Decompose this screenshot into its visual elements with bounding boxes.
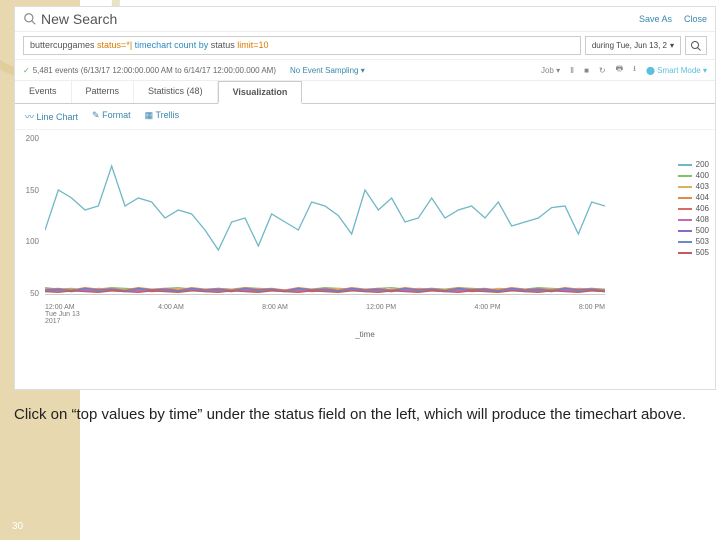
status-row: 5,481 events (6/13/17 12:00:00.000 AM to… <box>15 60 715 81</box>
search-icon <box>690 40 702 52</box>
page-number: 30 <box>12 521 23 532</box>
legend-item[interactable]: 403 <box>678 182 709 191</box>
search-input[interactable]: buttercupgames status=*| timechart count… <box>23 36 581 55</box>
format-button[interactable]: ✎ Format <box>92 110 131 123</box>
legend-item[interactable]: 408 <box>678 215 709 224</box>
chart-area: 20015010050 12:00 AMTue Jun 1320174:00 A… <box>15 130 715 330</box>
page-title: New Search <box>41 11 117 27</box>
time-range-label: during Tue, Jun 13, 2 <box>592 41 667 50</box>
header-links: Save As Close <box>639 14 707 24</box>
legend-item[interactable]: 404 <box>678 193 709 202</box>
x-axis-label: _time <box>15 330 715 341</box>
status-left: 5,481 events (6/13/17 12:00:00.000 AM to… <box>23 66 365 75</box>
events-count: 5,481 events (6/13/17 12:00:00.000 AM to… <box>23 66 276 75</box>
search-go-button[interactable] <box>685 36 707 55</box>
job-menu[interactable]: Job ▾ <box>541 66 560 75</box>
time-range-picker[interactable]: during Tue, Jun 13, 2 ▾ <box>585 36 681 55</box>
tab-statistics[interactable]: Statistics (48) <box>134 81 218 103</box>
new-search-title: New Search <box>23 11 117 27</box>
slide-caption: Click on “top values by time” under the … <box>14 406 706 425</box>
tabs: Events Patterns Statistics (48) Visualiz… <box>15 81 715 104</box>
legend-item[interactable]: 503 <box>678 237 709 246</box>
chart-type-picker[interactable]: 〰 Line Chart <box>25 110 78 123</box>
chart-legend: 200 400 403 404 406 408 500 503 505 <box>678 160 709 259</box>
x-axis: 12:00 AMTue Jun 1320174:00 AM8:00 AM12:0… <box>45 304 605 330</box>
tab-events[interactable]: Events <box>15 81 72 103</box>
search-icon <box>23 12 37 26</box>
chevron-down-icon: ▾ <box>670 41 674 50</box>
print-icon[interactable]: 🖶 <box>616 63 624 77</box>
save-as-link[interactable]: Save As <box>639 14 672 24</box>
splunk-app: New Search Save As Close buttercupgames … <box>14 6 716 390</box>
trellis-button[interactable]: ▦ Trellis <box>145 110 180 123</box>
status-right: Job ▾ Ⅱ ■ ↻ 🖶 ⭳ ⬤ Smart Mode ▾ <box>541 63 707 77</box>
tab-visualization[interactable]: Visualization <box>218 81 303 104</box>
legend-item[interactable]: 400 <box>678 171 709 180</box>
legend-item[interactable]: 406 <box>678 204 709 213</box>
viz-toolbar: 〰 Line Chart ✎ Format ▦ Trellis <box>15 104 715 130</box>
download-icon[interactable]: ⭳ <box>633 63 636 77</box>
close-link[interactable]: Close <box>684 14 707 24</box>
pause-icon[interactable]: Ⅱ <box>570 66 574 75</box>
timechart-plot <box>45 134 605 295</box>
smart-mode[interactable]: ⬤ Smart Mode ▾ <box>646 66 707 75</box>
stop-icon[interactable]: ■ <box>584 66 589 75</box>
search-row: buttercupgames status=*| timechart count… <box>15 32 715 60</box>
reload-icon[interactable]: ↻ <box>599 66 606 75</box>
legend-item[interactable]: 500 <box>678 226 709 235</box>
sampling-dropdown[interactable]: No Event Sampling ▾ <box>290 66 365 75</box>
y-axis: 20015010050 <box>15 130 41 302</box>
header-row: New Search Save As Close <box>15 7 715 32</box>
tab-patterns[interactable]: Patterns <box>72 81 135 103</box>
legend-item[interactable]: 200 <box>678 160 709 169</box>
legend-item[interactable]: 505 <box>678 248 709 257</box>
